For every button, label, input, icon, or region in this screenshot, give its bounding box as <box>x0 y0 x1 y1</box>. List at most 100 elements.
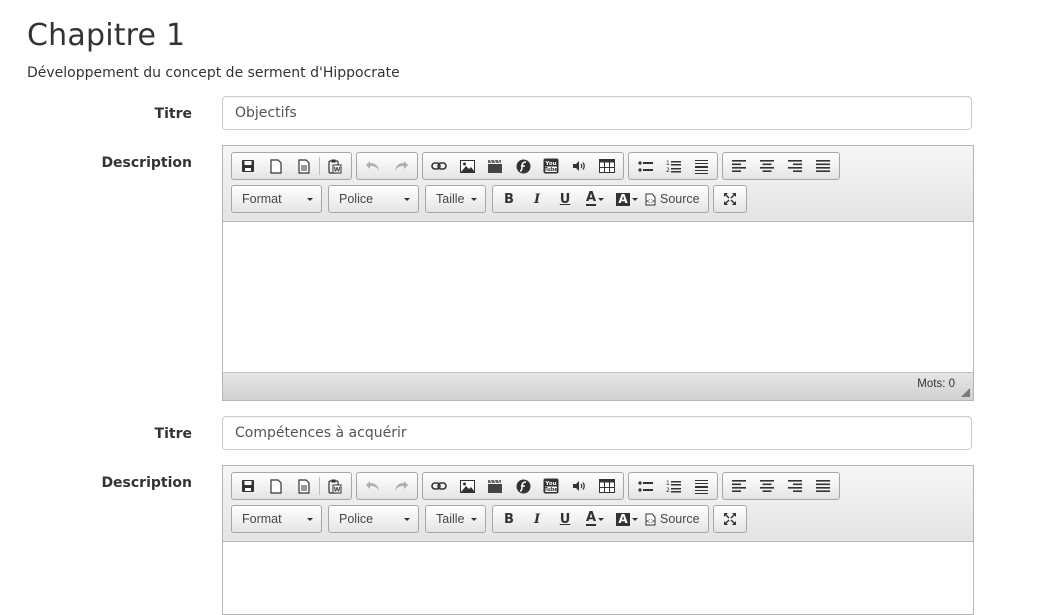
italic-button[interactable]: I <box>523 507 551 531</box>
align-group <box>722 472 840 500</box>
align-center-icon[interactable] <box>753 154 781 178</box>
undo-icon[interactable] <box>359 154 387 178</box>
chevron-down-icon <box>631 517 638 521</box>
align-right-icon[interactable] <box>781 474 809 498</box>
bg-color-icon: A <box>616 191 630 206</box>
resize-handle-icon[interactable] <box>961 388 970 397</box>
youtube-icon[interactable]: You Tube <box>537 474 565 498</box>
new-page-icon[interactable] <box>262 474 290 498</box>
image-icon[interactable] <box>453 474 481 498</box>
link-icon[interactable] <box>425 474 453 498</box>
numbered-list-icon[interactable]: 12 <box>659 154 687 178</box>
source-button[interactable]: <> Source <box>643 507 706 531</box>
numbered-list-icon[interactable]: 12 <box>659 474 687 498</box>
svg-text:W: W <box>334 486 341 493</box>
format-combo[interactable]: Format <box>231 185 322 213</box>
undo-redo-group <box>356 152 418 180</box>
text-color-icon: A <box>585 510 597 526</box>
chevron-down-icon <box>598 517 605 521</box>
audio-icon[interactable] <box>565 474 593 498</box>
tools-group <box>712 185 747 213</box>
text-color-icon: A <box>585 190 597 206</box>
save-icon[interactable] <box>234 474 262 498</box>
underline-button[interactable]: U <box>551 507 579 531</box>
templates-icon[interactable] <box>290 474 318 498</box>
redo-icon[interactable] <box>387 154 415 178</box>
justify-icon[interactable] <box>809 154 837 178</box>
new-page-icon[interactable] <box>262 154 290 178</box>
bulleted-list-icon[interactable] <box>631 474 659 498</box>
link-icon[interactable] <box>425 154 453 178</box>
italic-button[interactable]: I <box>523 187 551 211</box>
bold-button[interactable]: B <box>495 187 523 211</box>
editor-status-bar: Mots: 0 <box>223 372 973 400</box>
size-combo-label: Taille <box>436 512 465 526</box>
bulleted-list-icon[interactable] <box>631 154 659 178</box>
maximize-icon[interactable] <box>716 507 744 531</box>
svg-text:2: 2 <box>666 167 670 173</box>
align-left-icon[interactable] <box>725 474 753 498</box>
underline-button[interactable]: U <box>551 187 579 211</box>
size-combo[interactable]: Taille <box>425 185 486 213</box>
source-label: Source <box>660 192 700 206</box>
format-combo[interactable]: Format <box>231 505 322 533</box>
editor-content-area[interactable] <box>223 222 973 372</box>
editor-content-area[interactable] <box>223 542 973 612</box>
list-group: 12 <box>628 152 718 180</box>
text-color-button[interactable]: A <box>579 507 611 531</box>
redo-icon[interactable] <box>387 474 415 498</box>
horizontal-line-icon[interactable] <box>687 474 715 498</box>
align-center-icon[interactable] <box>753 474 781 498</box>
bg-color-button[interactable]: A <box>611 187 643 211</box>
video-icon[interactable] <box>481 474 509 498</box>
source-button[interactable]: <> Source <box>643 187 706 211</box>
chevron-down-icon <box>631 197 638 201</box>
flash-icon[interactable] <box>509 154 537 178</box>
titre-input[interactable]: Objectifs <box>222 96 972 130</box>
paste-word-icon[interactable]: W <box>321 154 349 178</box>
horizontal-line-icon[interactable] <box>687 154 715 178</box>
text-color-button[interactable]: A <box>579 187 611 211</box>
insert-group: You Tube <box>422 472 624 500</box>
document-group: W <box>231 472 352 500</box>
video-icon[interactable] <box>481 154 509 178</box>
document-group: W <box>231 152 352 180</box>
justify-icon[interactable] <box>809 474 837 498</box>
youtube-icon[interactable]: You Tube <box>537 154 565 178</box>
svg-text:<>: <> <box>645 198 655 205</box>
size-combo[interactable]: Taille <box>425 505 486 533</box>
table-icon[interactable] <box>593 474 621 498</box>
source-label: Source <box>660 512 700 526</box>
chevron-down-icon <box>404 517 410 521</box>
table-icon[interactable] <box>593 154 621 178</box>
format-combo-label: Format <box>242 512 282 526</box>
svg-text:2: 2 <box>666 487 670 493</box>
audio-icon[interactable] <box>565 154 593 178</box>
paste-word-icon[interactable]: W <box>321 474 349 498</box>
insert-group: You Tube <box>422 152 624 180</box>
align-left-icon[interactable] <box>725 154 753 178</box>
flash-icon[interactable] <box>509 474 537 498</box>
svg-text:Tube: Tube <box>544 487 558 493</box>
toolbar-separator <box>319 477 320 495</box>
save-icon[interactable] <box>234 154 262 178</box>
font-combo[interactable]: Police <box>328 185 419 213</box>
maximize-icon[interactable] <box>716 187 744 211</box>
bg-color-button[interactable]: A <box>611 507 643 531</box>
align-right-icon[interactable] <box>781 154 809 178</box>
bold-button[interactable]: B <box>495 507 523 531</box>
image-icon[interactable] <box>453 154 481 178</box>
font-combo[interactable]: Police <box>328 505 419 533</box>
tools-group <box>712 505 747 533</box>
undo-icon[interactable] <box>359 474 387 498</box>
chevron-down-icon <box>471 517 477 521</box>
chevron-down-icon <box>307 197 313 201</box>
source-icon: <> <box>645 193 656 205</box>
titre-input[interactable]: Compétences à acquérir <box>222 416 972 450</box>
page-title: Chapitre 1 <box>27 18 186 53</box>
undo-redo-group <box>356 472 418 500</box>
templates-icon[interactable] <box>290 154 318 178</box>
format-combo-label: Format <box>242 192 282 206</box>
svg-text:Tube: Tube <box>544 167 558 173</box>
description-label: Description <box>101 475 192 491</box>
